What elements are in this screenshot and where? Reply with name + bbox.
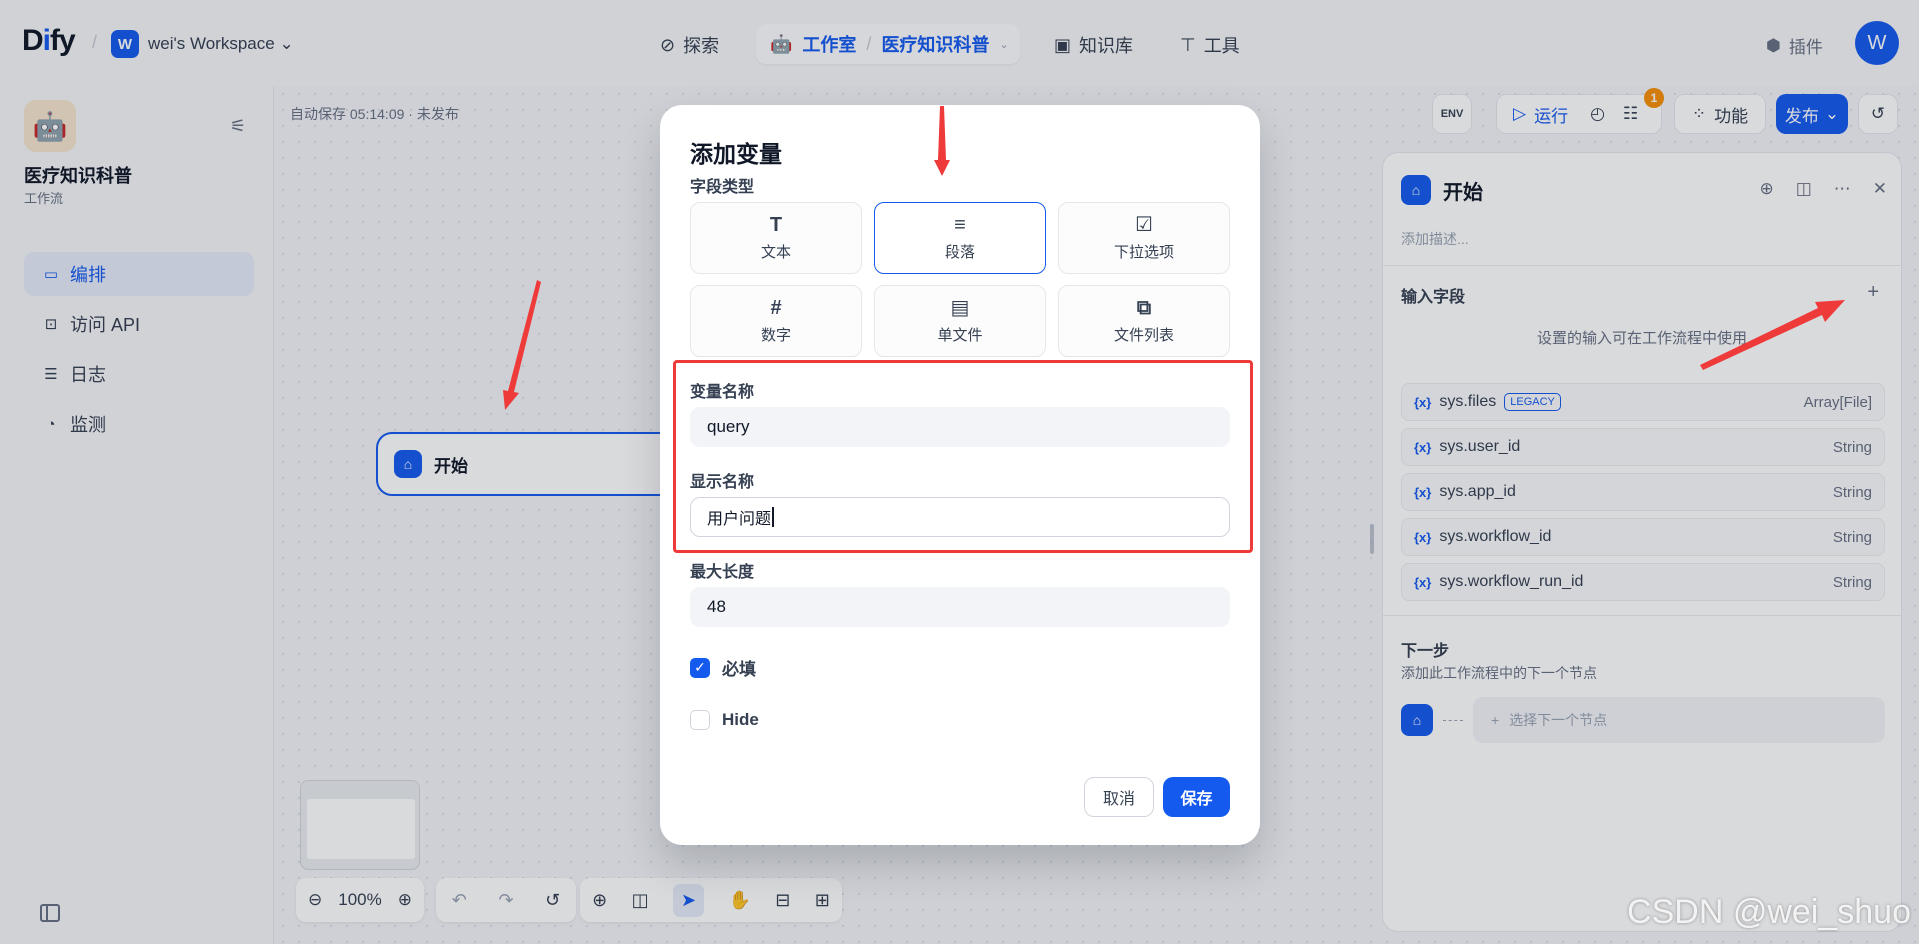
annotation-arrows — [503, 106, 1845, 410]
annotation-arrow-left — [503, 280, 541, 410]
annotation-arrow-top — [934, 106, 950, 176]
watermark: CSDN @wei_shuo — [1627, 893, 1911, 931]
app-window: Dify / W wei's Workspace ⌄ ⊘ 探索 🤖 工作室 / … — [0, 0, 1919, 944]
annotation-arrow-right — [1700, 300, 1845, 370]
